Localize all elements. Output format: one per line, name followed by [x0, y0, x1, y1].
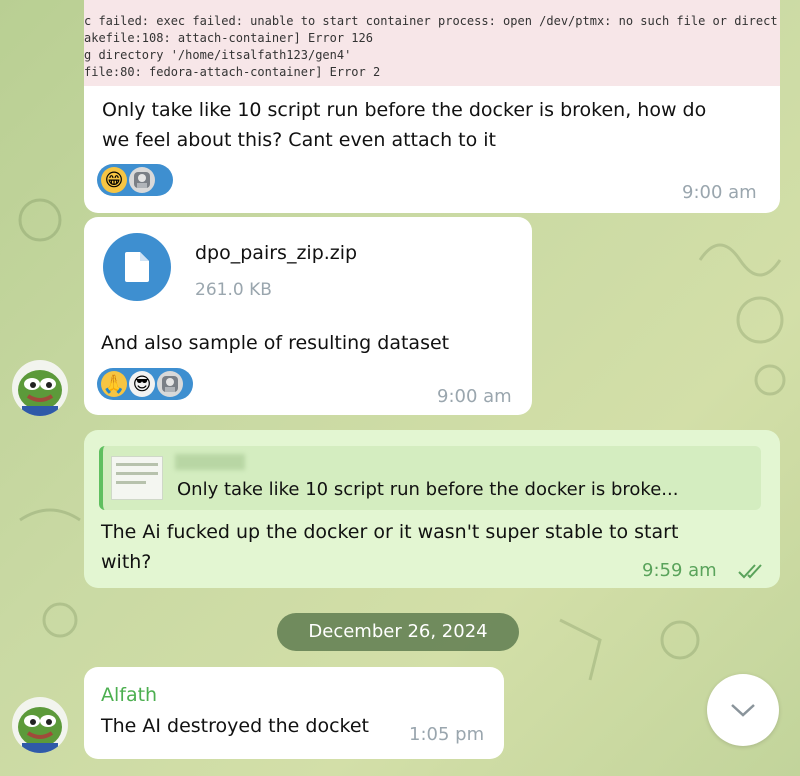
reply-thumbnail	[111, 456, 163, 500]
code-line-3: g directory '/home/itsalfath123/gen4'	[84, 48, 352, 62]
reactions-bar[interactable]: 😁	[97, 164, 173, 196]
chat-window: { "code_block": { "lines": [ "c failed: …	[0, 0, 800, 776]
sender-name[interactable]: Alfath	[101, 684, 157, 706]
avatar-icon	[162, 376, 178, 392]
date-separator-label: December 26, 2024	[308, 621, 488, 642]
message-bubble-4[interactable]: Alfath The AI destroyed the docket 1:05 …	[84, 667, 504, 759]
message-time: 1:05 pm	[409, 724, 485, 745]
reaction-cool[interactable]: 😎	[129, 371, 155, 397]
message-text-line-1: Only take like 10 script run before the …	[102, 99, 707, 121]
reaction-user-avatar[interactable]	[129, 167, 155, 193]
reaction-grin[interactable]: 😁	[101, 167, 127, 193]
reaction-pray[interactable]: 🙏	[101, 371, 127, 397]
reactions-bar[interactable]: 🙏 😎	[97, 368, 193, 400]
scroll-down-button[interactable]	[707, 674, 779, 746]
message-text-line-2: we feel about this? Cant even attach to …	[102, 129, 497, 151]
reply-quote[interactable]: Only take like 10 script run before the …	[99, 446, 761, 510]
avatar-icon	[134, 172, 150, 188]
code-line-4: file:80: fedora-attach-container] Error …	[84, 65, 381, 79]
message-text: The AI destroyed the docket	[101, 715, 369, 737]
chevron-down-icon	[731, 704, 755, 717]
sender-avatar[interactable]	[12, 697, 68, 753]
code-block: c failed: exec failed: unable to start c…	[84, 0, 780, 86]
reply-quote-text: Only take like 10 script run before the …	[177, 479, 679, 500]
message-bubble-3[interactable]: Only take like 10 script run before the …	[84, 430, 780, 588]
message-text: And also sample of resulting dataset	[101, 332, 450, 354]
code-line-1: c failed: exec failed: unable to start c…	[84, 14, 778, 28]
message-text-line-1: The Ai fucked up the docker or it wasn't…	[101, 521, 679, 543]
message-time: 9:59 am	[642, 560, 717, 581]
code-line-2: akefile:108: attach-container] Error 126	[84, 31, 373, 45]
double-check-icon	[738, 564, 762, 579]
pepe-avatar-icon	[18, 370, 62, 416]
message-text: Only take like 10 script run before the …	[102, 95, 772, 155]
reply-sender-blurred	[175, 454, 245, 470]
file-icon[interactable]	[103, 233, 171, 301]
message-bubble-2[interactable]: dpo_pairs_zip.zip 261.0 KB And also samp…	[84, 217, 532, 415]
reaction-user-avatar[interactable]	[157, 371, 183, 397]
file-name[interactable]: dpo_pairs_zip.zip	[195, 242, 357, 264]
sender-avatar[interactable]	[12, 360, 68, 416]
pepe-avatar-icon	[18, 707, 62, 753]
message-time: 9:00 am	[682, 182, 757, 203]
message-bubble-1[interactable]: c failed: exec failed: unable to start c…	[84, 0, 780, 213]
message-time: 9:00 am	[437, 386, 512, 407]
file-size: 261.0 KB	[195, 280, 272, 300]
